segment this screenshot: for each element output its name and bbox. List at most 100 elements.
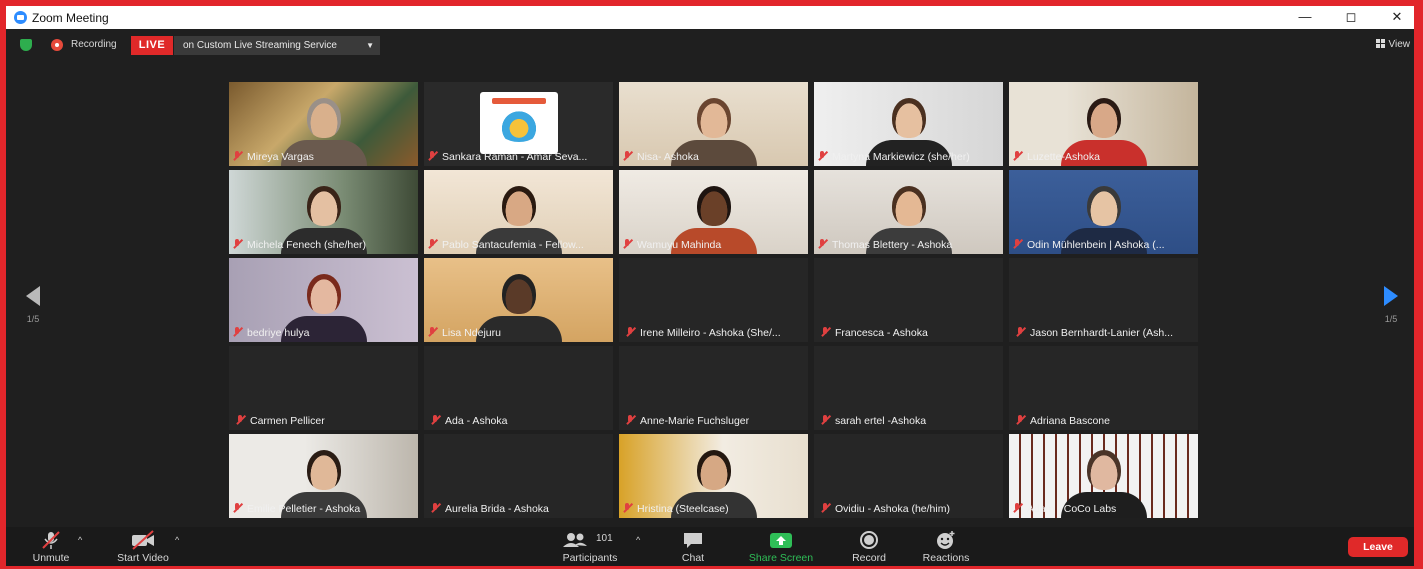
participants-button[interactable]: 101 Participants xyxy=(556,530,624,564)
video-options-chevron-icon[interactable]: ^ xyxy=(175,535,179,545)
participant-name-plate: Ada - Ashoka xyxy=(430,415,610,428)
participant-name: Nisa- Ashoka xyxy=(637,151,699,163)
participant-tile[interactable]: Sankara Raman - Amar Seva... xyxy=(424,82,613,166)
muted-mic-icon xyxy=(622,239,632,249)
participant-name-plate: Sankara Raman - Amar Seva... xyxy=(427,151,610,164)
participant-name-plate: Ovidiu - Ashoka (he/him) xyxy=(820,503,1000,516)
reactions-icon xyxy=(918,530,974,550)
muted-mic-icon xyxy=(427,327,437,337)
participant-tile[interactable]: Michela Fenech (she/her) xyxy=(229,170,418,254)
participant-name: Thomas Blettery - Ashoka xyxy=(832,239,953,251)
participants-icon: 101 xyxy=(561,530,619,550)
participant-tile[interactable]: Odin Mühlenbein | Ashoka (... xyxy=(1009,170,1198,254)
participant-tile[interactable]: Pablo Santacufemia - Fellow... xyxy=(424,170,613,254)
muted-mic-icon xyxy=(232,239,242,249)
participant-tile[interactable]: Ovidiu - Ashoka (he/him) xyxy=(814,434,1003,518)
participant-figure xyxy=(306,450,341,490)
participant-tile[interactable]: Carmen Pellicer xyxy=(229,346,418,430)
participant-name-plate: Adriana Bascone xyxy=(1015,415,1195,428)
previous-page-button[interactable]: 1/5 xyxy=(18,286,48,324)
participant-name: Michela Fenech (she/her) xyxy=(247,239,367,251)
live-badge: LIVE xyxy=(131,36,173,55)
muted-mic-icon xyxy=(1012,503,1022,513)
participant-name: Luzette-Ashoka xyxy=(1027,151,1100,163)
participant-tile[interactable]: Luzette-Ashoka xyxy=(1009,82,1198,166)
participant-tile[interactable]: Jason Bernhardt-Lanier (Ash... xyxy=(1009,258,1198,342)
share-screen-label: Share Screen xyxy=(748,552,814,564)
participant-name-plate: Hristina (Steelcase) xyxy=(622,503,805,516)
caret-down-icon: ▼ xyxy=(366,41,374,50)
participant-figure xyxy=(1086,450,1121,490)
participant-tile[interactable]: Adam - CoCo Labs xyxy=(1009,434,1198,518)
chat-label: Chat xyxy=(681,552,705,564)
participant-name: Ada - Ashoka xyxy=(445,415,508,427)
participant-name: Ovidiu - Ashoka (he/him) xyxy=(835,503,950,515)
participant-tile[interactable]: Wamuyu Mahinda xyxy=(619,170,808,254)
meeting-status-bar: Recording LIVE on Custom Live Streaming … xyxy=(6,29,1414,61)
participant-name: Francesca - Ashoka xyxy=(835,327,928,339)
arrow-right-icon xyxy=(1384,286,1398,306)
participant-name-plate: Anne-Marie Fuchsluger xyxy=(625,415,805,428)
participant-name-plate: Irene Milleiro - Ashoka (She/... xyxy=(625,327,805,340)
participant-name: Hristina (Steelcase) xyxy=(637,503,729,515)
chat-icon xyxy=(673,530,713,550)
chat-button[interactable]: Chat xyxy=(673,530,713,564)
next-page-button[interactable]: 1/5 xyxy=(1376,286,1406,324)
record-button[interactable]: Record xyxy=(846,530,892,564)
participant-tile[interactable]: Hristina (Steelcase) xyxy=(619,434,808,518)
share-screen-button[interactable]: Share Screen xyxy=(741,530,821,564)
muted-mic-icon xyxy=(817,239,827,249)
participant-tile[interactable]: Irene Milleiro - Ashoka (She/... xyxy=(619,258,808,342)
title-bar: Zoom Meeting — ◻ ✕ xyxy=(6,6,1414,29)
muted-mic-icon xyxy=(625,415,635,425)
start-video-label: Start Video xyxy=(117,552,169,564)
audio-options-chevron-icon[interactable]: ^ xyxy=(78,535,82,545)
participant-name: Wamuyu Mahinda xyxy=(637,239,722,251)
page-indicator-left: 1/5 xyxy=(26,314,40,324)
participant-name-plate: Nisa- Ashoka xyxy=(622,151,805,164)
record-label: Record xyxy=(852,552,886,564)
participant-tile[interactable]: sarah ertel -Ashoka xyxy=(814,346,1003,430)
participants-options-chevron-icon[interactable]: ^ xyxy=(636,535,640,545)
unmute-button[interactable]: Unmute xyxy=(26,530,76,564)
participant-name: Carmen Pellicer xyxy=(250,415,325,427)
participant-name: Pablo Santacufemia - Fellow... xyxy=(442,239,584,251)
maximize-icon[interactable]: ◻ xyxy=(1337,8,1365,26)
participant-tile[interactable]: Thomas Blettery - Ashoka xyxy=(814,170,1003,254)
muted-mic-icon xyxy=(427,151,437,161)
participant-tile[interactable]: Lisa Ndejuru xyxy=(424,258,613,342)
reactions-button[interactable]: Reactions xyxy=(918,530,974,564)
view-button[interactable]: View xyxy=(1375,39,1410,50)
participant-figure xyxy=(1086,98,1121,138)
participant-tile[interactable]: Anne-Marie Fuchsluger xyxy=(619,346,808,430)
minimize-icon[interactable]: — xyxy=(1291,8,1319,26)
participant-name-plate: Mireya Vargas xyxy=(232,151,415,164)
live-stream-label: on Custom Live Streaming Service xyxy=(183,40,337,51)
participant-name: Sankara Raman - Amar Seva... xyxy=(442,151,588,163)
participant-name-plate: Carmen Pellicer xyxy=(235,415,415,428)
participant-name-plate: sarah ertel -Ashoka xyxy=(820,415,1000,428)
participant-tile[interactable]: Adriana Bascone xyxy=(1009,346,1198,430)
participant-name-plate: Francesca - Ashoka xyxy=(820,327,1000,340)
live-stream-dropdown[interactable]: on Custom Live Streaming Service ▼ xyxy=(174,36,380,55)
participant-name: Emilie Pelletier - Ashoka xyxy=(247,503,361,515)
encryption-shield-icon[interactable] xyxy=(20,39,32,51)
participant-figure xyxy=(501,186,536,226)
leave-button[interactable]: Leave xyxy=(1348,537,1408,557)
participant-tile[interactable]: Francesca - Ashoka xyxy=(814,258,1003,342)
participant-name: Irene Milleiro - Ashoka (She/... xyxy=(640,327,781,339)
participant-tile[interactable]: Nisa- Ashoka xyxy=(619,82,808,166)
muted-mic-icon xyxy=(232,151,242,161)
participant-tile[interactable]: bedriye hulya xyxy=(229,258,418,342)
close-icon[interactable]: ✕ xyxy=(1383,8,1411,26)
participant-name-plate: Luzette-Ashoka xyxy=(1012,151,1195,164)
participant-tile[interactable]: Emilie Pelletier - Ashoka xyxy=(229,434,418,518)
participant-tile[interactable]: Mireya Vargas xyxy=(229,82,418,166)
participant-tile[interactable]: Ada - Ashoka xyxy=(424,346,613,430)
start-video-button[interactable]: Start Video xyxy=(108,530,178,564)
participant-tile[interactable]: Martyna Markiewicz (she/her) xyxy=(814,82,1003,166)
zoom-app-icon xyxy=(14,11,27,24)
participant-tile[interactable]: Aurelia Brida - Ashoka xyxy=(424,434,613,518)
recording-icon xyxy=(51,39,63,51)
muted-mic-icon xyxy=(235,415,245,425)
